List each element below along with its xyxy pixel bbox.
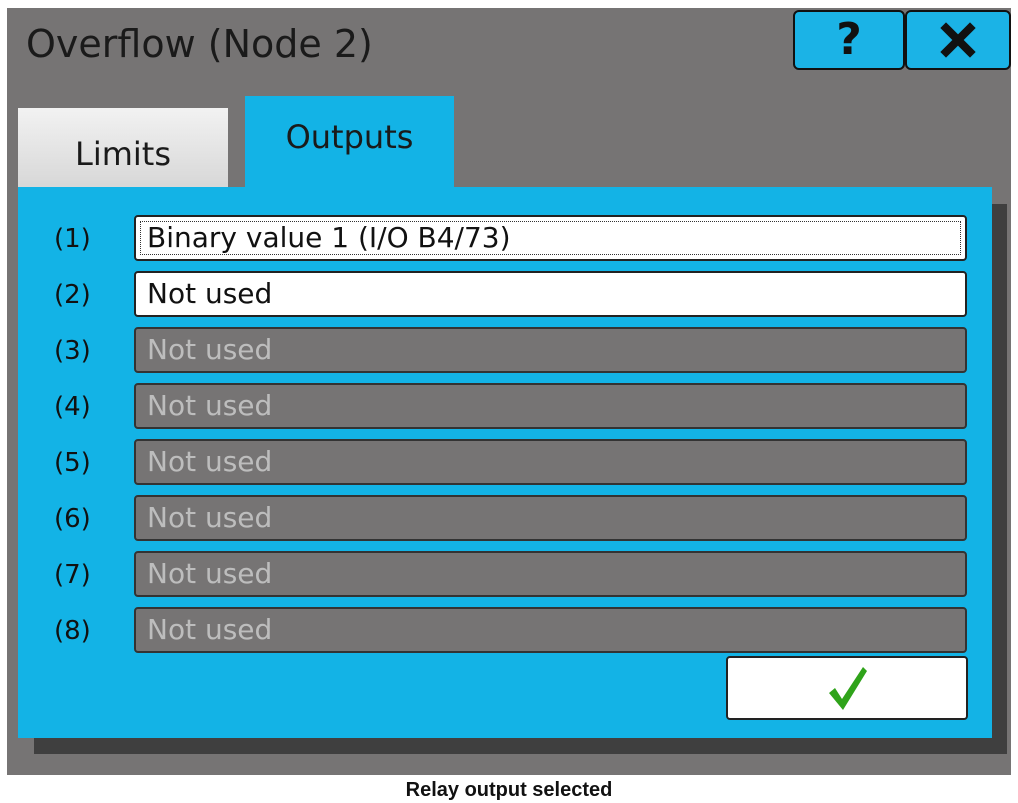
caption: Relay output selected xyxy=(405,779,613,801)
output-row: (5) Not used xyxy=(18,439,992,489)
tab-outputs-label: Outputs xyxy=(285,118,414,156)
output-row: (7) Not used xyxy=(18,551,992,601)
help-button[interactable]: ? xyxy=(793,10,905,70)
tab-limits-label: Limits xyxy=(75,135,171,173)
output-number-label: (6) xyxy=(54,504,91,534)
output-select-7: Not used xyxy=(134,551,967,597)
output-select-2[interactable]: Not used xyxy=(134,271,967,317)
close-icon xyxy=(940,22,976,58)
output-row: (1) Binary value 1 (I/O B4/73) xyxy=(18,215,992,265)
output-number-label: (2) xyxy=(54,280,91,310)
checkmark-icon xyxy=(829,667,867,710)
tab-limits[interactable]: Limits xyxy=(18,108,228,188)
output-select-5: Not used xyxy=(134,439,967,485)
output-select-3: Not used xyxy=(134,327,967,373)
tab-outputs[interactable]: Outputs xyxy=(245,96,454,188)
overflow-dialog: Overflow (Node 2) ? Limits Outputs (1) Bi… xyxy=(7,8,1011,775)
dialog-title: Overflow (Node 2) xyxy=(26,22,373,66)
output-number-label: (5) xyxy=(54,448,91,478)
output-number-label: (8) xyxy=(54,616,91,646)
outputs-panel: (1) Binary value 1 (I/O B4/73) (2) Not used… xyxy=(18,187,992,738)
output-number-label: (3) xyxy=(54,336,91,366)
output-select-4: Not used xyxy=(134,383,967,429)
output-row: (6) Not used xyxy=(18,495,992,545)
output-number-label: (4) xyxy=(54,392,91,422)
output-select-6: Not used xyxy=(134,495,967,541)
output-row: (8) Not used xyxy=(18,607,992,657)
output-row: (2) Not used xyxy=(18,271,992,321)
confirm-button[interactable] xyxy=(726,656,968,720)
output-select-8: Not used xyxy=(134,607,967,653)
output-row: (3) Not used xyxy=(18,327,992,377)
output-row: (4) Not used xyxy=(18,383,992,433)
help-icon: ? xyxy=(836,14,862,65)
output-number-label: (7) xyxy=(54,560,91,590)
output-select-1[interactable]: Binary value 1 (I/O B4/73) xyxy=(134,215,967,261)
close-button[interactable] xyxy=(905,10,1011,70)
output-number-label: (1) xyxy=(54,224,91,254)
